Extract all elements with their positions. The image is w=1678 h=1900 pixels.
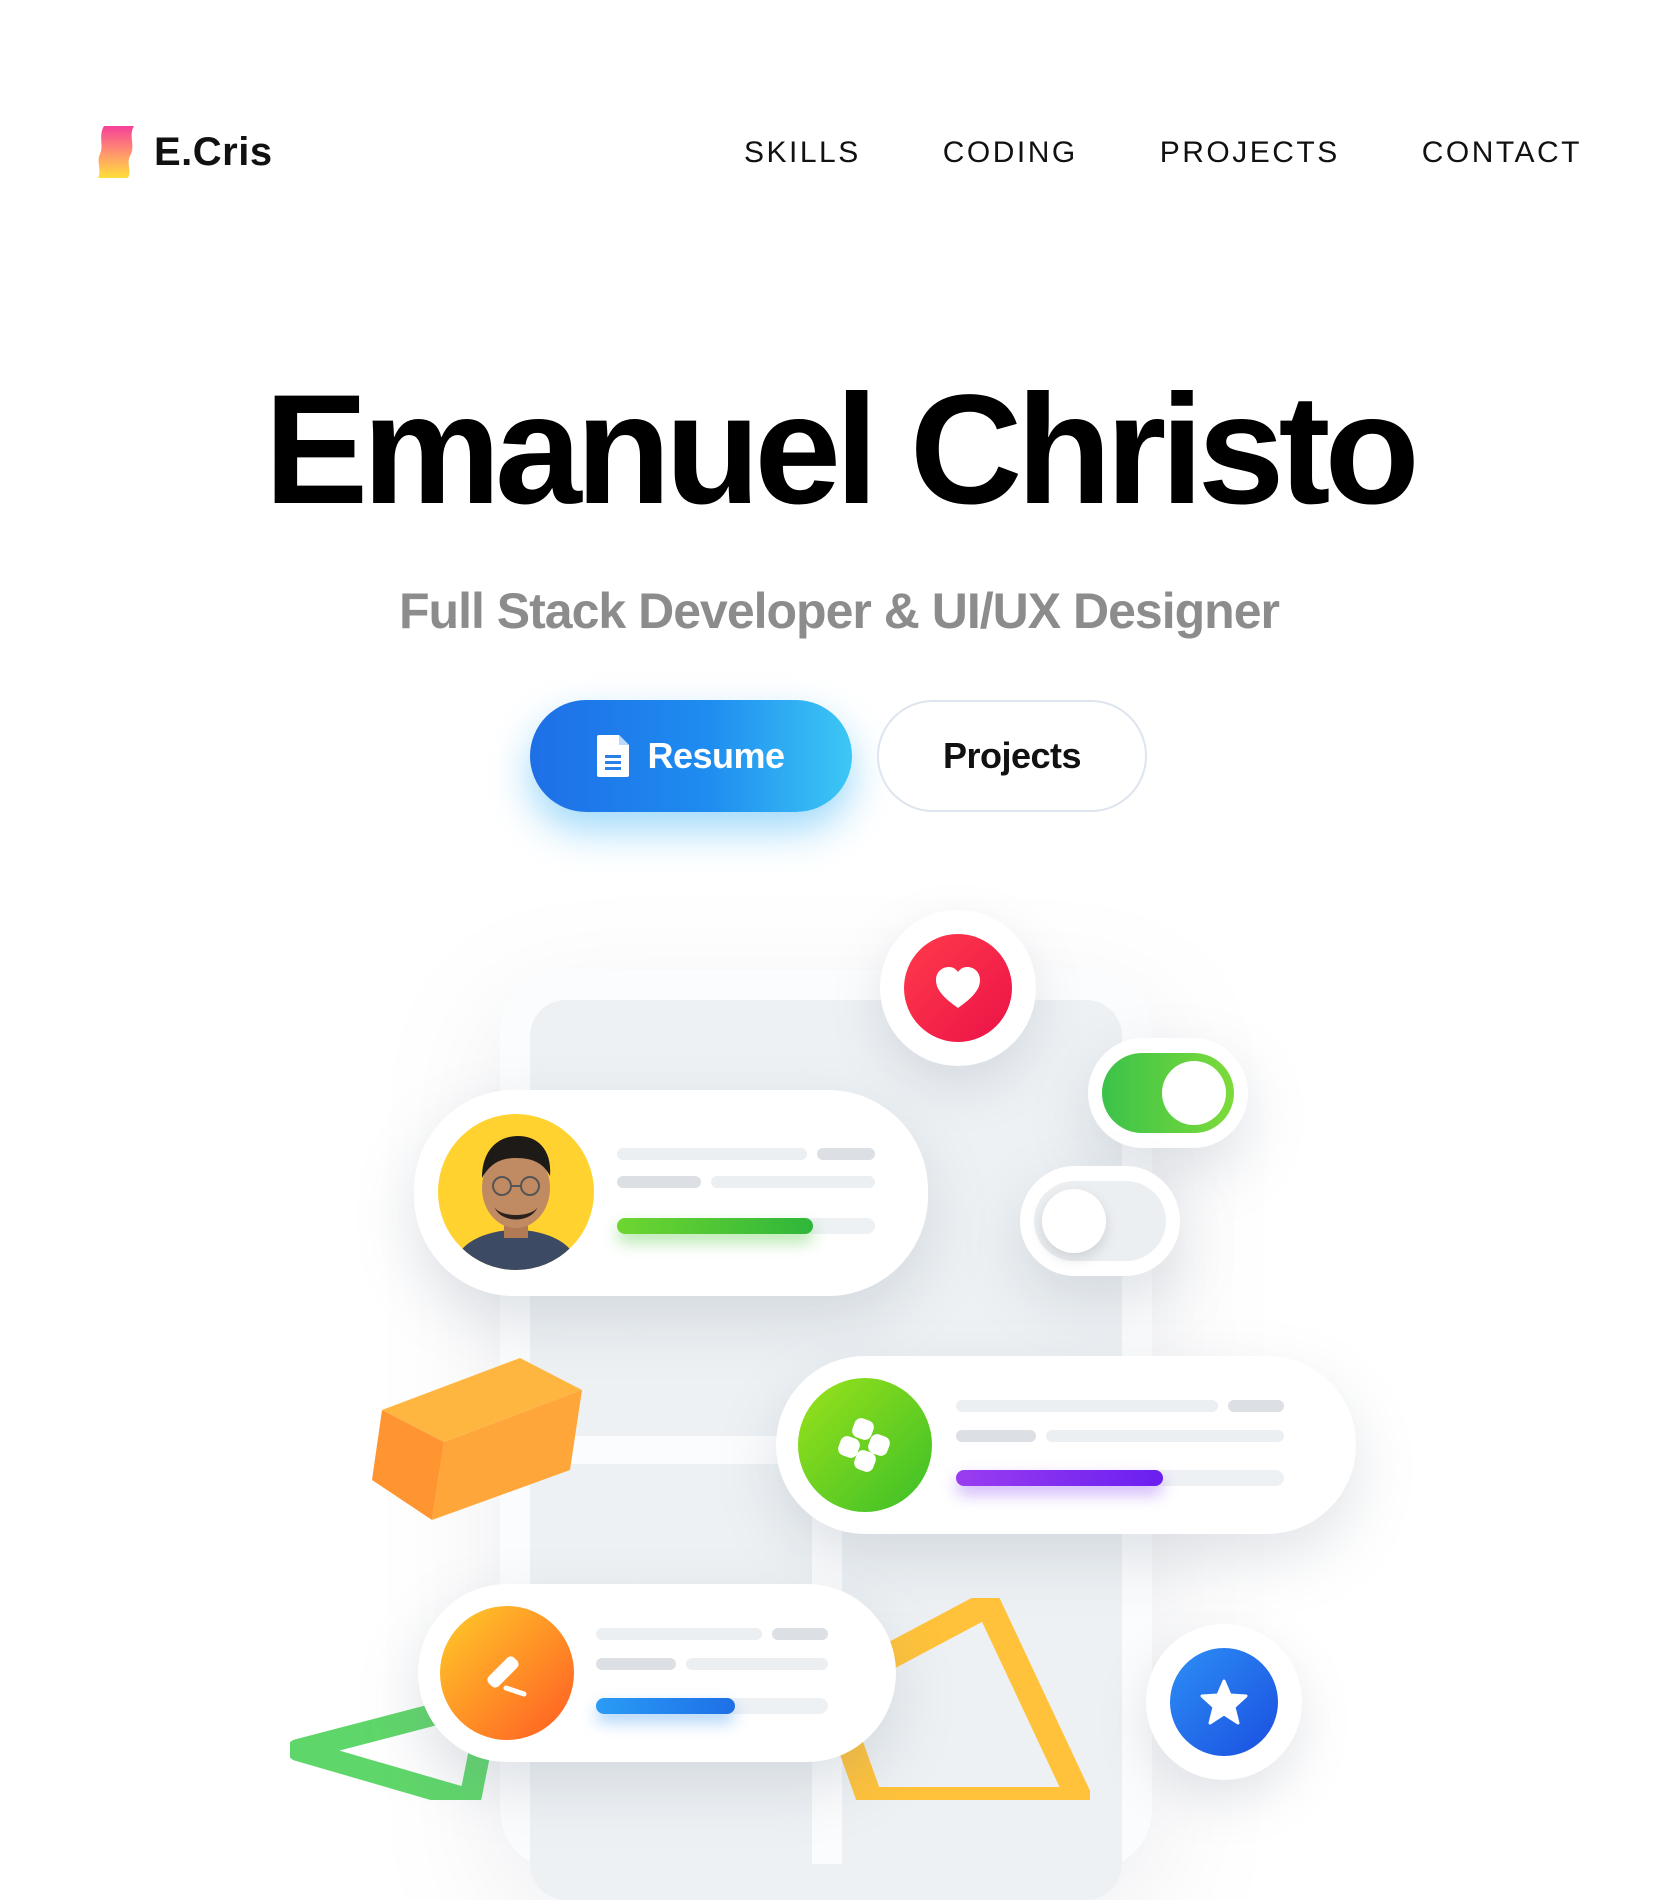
placeholder-line bbox=[686, 1658, 828, 1670]
pencil-icon bbox=[487, 1656, 527, 1697]
progress-track bbox=[956, 1470, 1284, 1486]
star-icon bbox=[1200, 1679, 1248, 1725]
toggle-off-card bbox=[1020, 1166, 1180, 1276]
person-avatar-icon bbox=[456, 1136, 576, 1270]
profile-card bbox=[414, 1090, 928, 1296]
apps-badge bbox=[798, 1378, 932, 1512]
resume-label: Resume bbox=[647, 735, 785, 776]
heart-icon bbox=[936, 967, 980, 1008]
toggle-knob bbox=[1162, 1061, 1226, 1125]
apps-card bbox=[776, 1356, 1356, 1534]
hero-subtitle: Full Stack Developer & UI/UX Designer bbox=[399, 583, 1280, 639]
placeholder-line bbox=[956, 1430, 1036, 1442]
site-logo[interactable]: E.Cris bbox=[96, 126, 273, 178]
nav-contact[interactable]: CONTACT bbox=[1422, 136, 1582, 170]
placeholder-line bbox=[817, 1148, 875, 1160]
progress-fill bbox=[956, 1470, 1163, 1486]
logo-mark-icon bbox=[98, 126, 134, 178]
document-icon bbox=[597, 735, 630, 777]
hero-illustration bbox=[0, 880, 1678, 1900]
hero-name: Emanuel Christo bbox=[264, 363, 1420, 537]
placeholder-line bbox=[617, 1148, 807, 1160]
placeholder-line bbox=[772, 1628, 828, 1640]
placeholder-line bbox=[1046, 1430, 1284, 1442]
toggle-on[interactable] bbox=[1102, 1053, 1234, 1133]
heart-badge bbox=[904, 934, 1012, 1042]
toggle-on-card bbox=[1088, 1038, 1248, 1148]
placeholder-line bbox=[596, 1628, 762, 1640]
progress-fill bbox=[617, 1218, 814, 1234]
heart-bubble bbox=[880, 910, 1036, 1066]
placeholder-line bbox=[956, 1400, 1218, 1412]
nav-coding[interactable]: CODING bbox=[943, 136, 1078, 170]
placeholder-line bbox=[711, 1176, 875, 1188]
progress-fill bbox=[596, 1698, 736, 1714]
main-nav: SKILLS CODING PROJECTS CONTACT bbox=[744, 136, 1582, 170]
avatar bbox=[438, 1114, 594, 1270]
toggle-knob bbox=[1042, 1189, 1106, 1253]
orange-block-shape bbox=[372, 1358, 582, 1520]
star-bubble bbox=[1146, 1624, 1302, 1780]
progress-track bbox=[596, 1698, 828, 1714]
star-badge bbox=[1170, 1648, 1278, 1756]
progress-track bbox=[617, 1218, 875, 1234]
placeholder-line bbox=[596, 1658, 676, 1670]
placeholder-line bbox=[617, 1176, 701, 1188]
logo-text: E.Cris bbox=[154, 129, 273, 174]
pencil-card bbox=[418, 1584, 896, 1762]
toggle-off[interactable] bbox=[1034, 1181, 1166, 1261]
projects-button[interactable]: Projects bbox=[877, 700, 1147, 812]
placeholder-line bbox=[1228, 1400, 1284, 1412]
nav-skills[interactable]: SKILLS bbox=[744, 136, 861, 170]
pencil-badge bbox=[440, 1606, 574, 1740]
nav-projects[interactable]: PROJECTS bbox=[1160, 136, 1340, 170]
resume-button[interactable]: Resume bbox=[530, 700, 852, 812]
apps-grid-icon bbox=[838, 1418, 890, 1472]
